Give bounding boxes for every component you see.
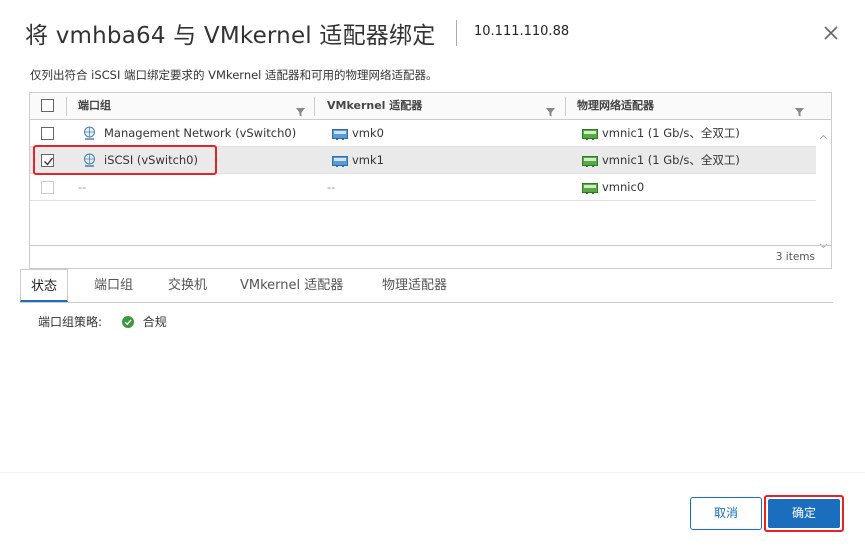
scroll-up-icon[interactable] [819,125,828,140]
dialog-description: 仅列出符合 iSCSI 端口绑定要求的 VMkernel 适配器和可用的物理网络… [30,68,438,82]
port-group-icon [82,147,97,173]
port-group-policy-status: 端口组策略: 合规 [38,313,167,329]
row-checkbox [41,181,54,194]
port-group-name: -- [78,180,87,194]
title-divider [456,20,457,46]
vmkernel-adapter: -- [327,180,336,194]
detail-tabs: 状态 端口组 交换机 VMkernel 适配器 物理适配器 [20,269,833,303]
tab-status[interactable]: 状态 [20,269,69,302]
physical-nic-icon [582,174,598,200]
physical-nic-icon [582,147,598,173]
header-divider [565,97,566,116]
physical-nic-icon [582,120,598,146]
table-row[interactable]: Management Network (vSwitch0) vmk0 vmnic… [30,120,816,147]
tab-vmkernel-adapter[interactable]: VMkernel 适配器 [238,269,345,302]
items-count: 3 items [775,251,815,263]
vmkernel-adapter: vmk0 [352,126,384,140]
close-icon[interactable] [821,23,841,43]
tab-port-group[interactable]: 端口组 [92,269,135,302]
cancel-button[interactable]: 取消 [690,497,762,530]
vmkernel-adapter-icon [332,120,348,146]
port-group-name: iSCSI (vSwitch0) [104,153,198,167]
vmkernel-adapter: vmk1 [352,153,384,167]
check-icon [44,157,54,166]
header-divider [314,97,315,116]
tab-switch[interactable]: 交换机 [166,269,209,302]
row-checkbox[interactable] [41,154,54,167]
status-value: 合规 [142,314,167,329]
filter-icon[interactable] [546,102,555,117]
filter-icon[interactable] [795,102,804,117]
filter-icon[interactable] [296,102,305,117]
ok-button[interactable]: 确定 [768,499,840,528]
physical-adapter: vmnic1 (1 Gb/s、全双工) [602,126,740,140]
header-divider [66,97,67,116]
column-header-physical[interactable]: 物理网络适配器 [577,93,654,119]
grid-scrollbar[interactable] [816,120,831,249]
column-header-vmkernel[interactable]: VMkernel 适配器 [327,93,422,119]
adapter-grid: 端口组 VMkernel 适配器 物理网络适配器 Management Netw… [29,92,832,269]
physical-adapter: vmnic0 [602,180,645,194]
check-circle-icon [121,315,134,328]
footer-divider [0,472,865,473]
host-label: 10.111.110.88 [474,24,570,39]
scroll-down-icon[interactable] [819,234,828,249]
grid-footer: 3 items [30,245,831,268]
grid-header: 端口组 VMkernel 适配器 物理网络适配器 [30,93,831,120]
column-header-port-group[interactable]: 端口组 [78,93,111,119]
table-row: -- -- vmnic0 [30,174,816,201]
select-all-checkbox[interactable] [41,99,54,112]
vmkernel-adapter-icon [332,147,348,173]
port-group-name: Management Network (vSwitch0) [104,126,297,140]
tab-physical-adapter[interactable]: 物理适配器 [380,269,449,302]
port-group-icon [82,120,97,146]
dialog-header: 将 vmhba64 与 VMkernel 适配器绑定 10.111.110.88 [0,0,865,62]
physical-adapter: vmnic1 (1 Gb/s、全双工) [602,153,740,167]
dialog-title: 将 vmhba64 与 VMkernel 适配器绑定 [25,23,436,49]
table-row[interactable]: iSCSI (vSwitch0) vmk1 vmnic1 (1 Gb/s、全双工… [30,147,816,174]
status-label: 端口组策略: [38,314,103,329]
row-checkbox[interactable] [41,127,54,140]
